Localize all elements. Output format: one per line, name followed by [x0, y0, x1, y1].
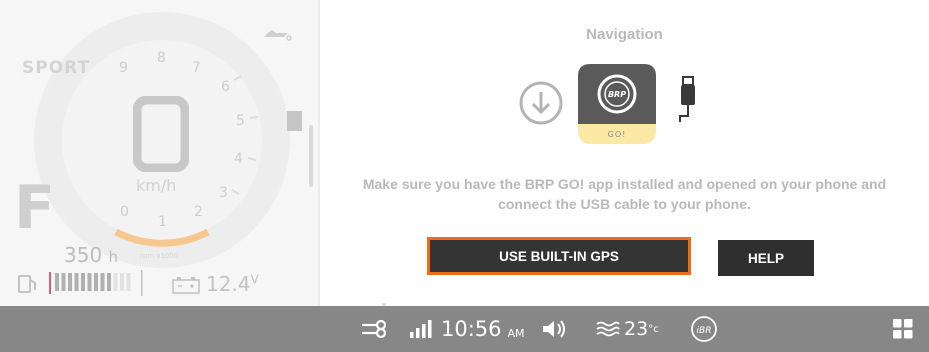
fuel-segment	[74, 273, 79, 291]
clock-time: 10:56	[441, 317, 502, 341]
voltage-unit: V	[250, 272, 259, 287]
app-badge-label: GO!	[608, 130, 627, 139]
download-icon	[519, 81, 563, 125]
signal-icon	[409, 306, 433, 352]
fuel-reserve-mark	[49, 272, 51, 294]
voltage-value: 12.4	[206, 272, 251, 296]
clock: 10:56 AM	[441, 306, 525, 352]
gear-indicator: F	[14, 173, 55, 243]
temperature-value: 23	[624, 318, 649, 340]
cluster-scrollbar[interactable]	[309, 125, 313, 187]
usb-cable-icon	[679, 76, 695, 122]
fuel-segment	[120, 273, 124, 291]
fuel-segment	[87, 273, 92, 291]
clock-ampm: AM	[507, 326, 525, 340]
tach-tick-5: 5	[236, 113, 245, 129]
fuel-segment	[81, 273, 85, 291]
fuel-segment	[55, 273, 59, 291]
tach-tick-3: 3	[219, 185, 228, 201]
temperature-unit: °c	[648, 323, 659, 335]
tach-tick-6: 6	[221, 79, 230, 95]
tach-tick-1: 1	[158, 214, 167, 230]
fuel-segment	[126, 273, 131, 291]
engine-hours: 350 h	[64, 243, 118, 267]
watercraft-icon	[264, 30, 292, 41]
fuel-level-bar	[49, 270, 143, 296]
tach-tick-4: 4	[234, 151, 243, 167]
instrument-cluster: 0 1 2 3 4 5 6 7 8 9 rpm x1000 SPORT 0 km…	[0, 0, 318, 306]
battery-voltage: 12.4V	[206, 272, 259, 296]
engine-hours-value: 350	[64, 243, 103, 267]
ibr-label: iBR	[697, 326, 712, 336]
fuel-segment	[113, 273, 118, 291]
tach-tick-8: 8	[157, 50, 166, 66]
rpm-label: rpm x1000	[140, 252, 178, 260]
tach-tick-7: 7	[192, 60, 201, 76]
navigation-panel: Navigation BRP GO! Make sure you have th…	[320, 0, 929, 306]
water-temp-icon	[596, 306, 620, 352]
speaker-icon[interactable]	[541, 306, 567, 352]
app-logo-text: BRP	[608, 90, 626, 99]
page-title: Navigation	[586, 26, 663, 43]
tach-tick-0: 0	[120, 204, 129, 220]
battery-icon	[172, 277, 200, 294]
speed-readout: 0	[133, 96, 189, 172]
use-built-in-gps-button[interactable]: USE BUILT-IN GPS	[427, 237, 691, 275]
key-icon[interactable]	[359, 306, 387, 352]
engine-hours-unit: h	[108, 248, 119, 266]
status-bar: 10:56 AM 23 °c iBR	[0, 306, 929, 352]
help-button[interactable]: HELP	[718, 240, 814, 276]
fuel-segment	[68, 273, 72, 291]
speed-unit: km/h	[136, 176, 177, 195]
ibr-icon[interactable]: iBR	[690, 306, 718, 352]
fuel-pump-icon	[18, 275, 36, 293]
tach-tick-2: 2	[194, 204, 203, 220]
riding-mode-label: SPORT	[22, 58, 91, 78]
tach-tick-9: 9	[119, 60, 128, 76]
fuel-segment	[107, 273, 111, 291]
fuel-segment	[94, 273, 98, 291]
fuel-full-mark	[141, 270, 143, 296]
fuel-segment	[100, 273, 105, 291]
water-temperature: 23 °c	[624, 306, 659, 352]
fuel-segment	[61, 273, 66, 291]
trim-indicator	[287, 111, 302, 131]
brp-go-app-icon: BRP GO!	[578, 64, 656, 144]
instruction-message: Make sure you have the BRP GO! app insta…	[362, 176, 887, 212]
grid-menu-icon[interactable]	[893, 306, 913, 352]
